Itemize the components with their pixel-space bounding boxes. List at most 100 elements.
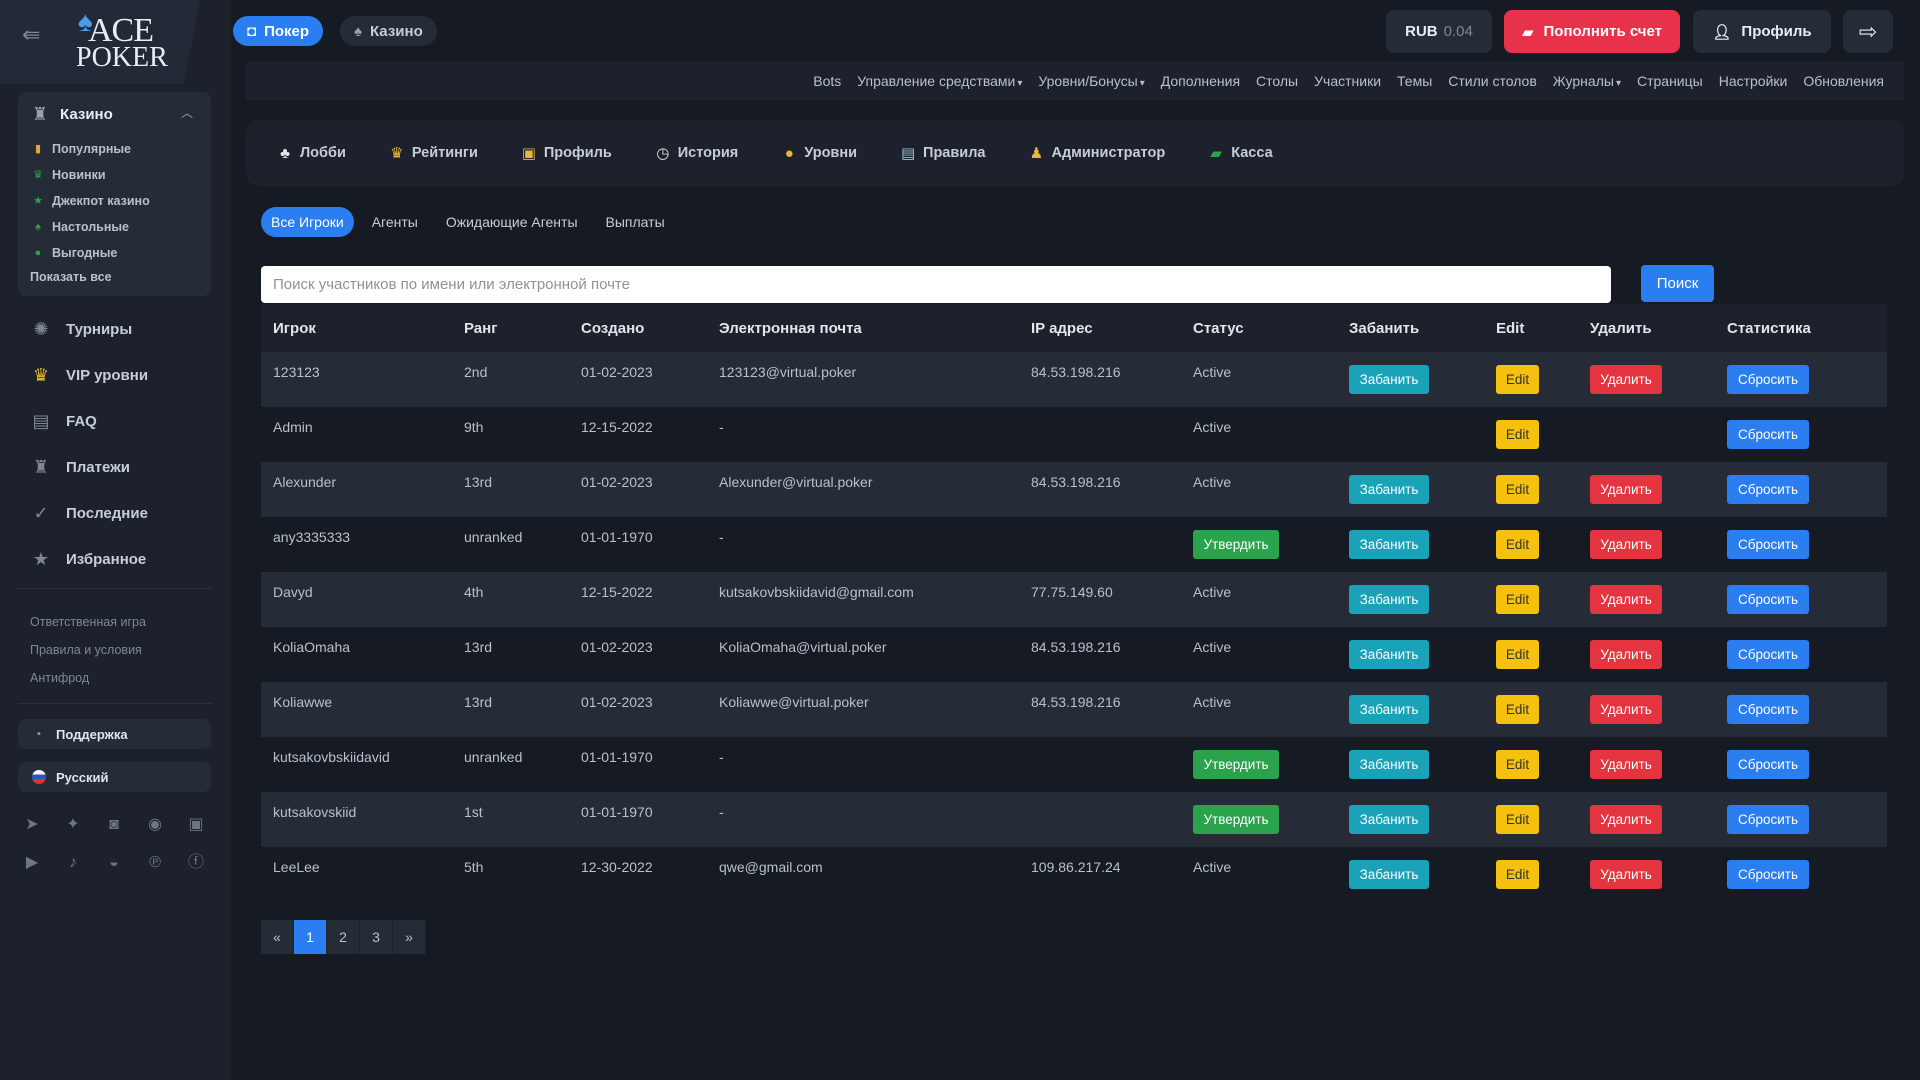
- admin-menu-funds[interactable]: Управление средствами: [857, 73, 1022, 89]
- edit-button[interactable]: Edit: [1496, 805, 1539, 834]
- chevron-up-icon[interactable]: ︿: [181, 104, 193, 121]
- reset-stats-button[interactable]: Сбросить: [1727, 640, 1809, 669]
- player-name[interactable]: Alexunder: [273, 474, 336, 490]
- delete-button[interactable]: Удалить: [1590, 475, 1662, 504]
- ban-button[interactable]: Забанить: [1349, 530, 1429, 559]
- player-name[interactable]: Admin: [273, 419, 313, 435]
- sidebar-item-payments[interactable]: ♜ Платежи: [30, 444, 148, 490]
- delete-button[interactable]: Удалить: [1590, 860, 1662, 889]
- edit-button[interactable]: Edit: [1496, 585, 1539, 614]
- delete-button[interactable]: Удалить: [1590, 585, 1662, 614]
- approve-button[interactable]: Утвердить: [1193, 530, 1279, 559]
- reddit-icon[interactable]: ◉: [143, 813, 167, 837]
- delete-button[interactable]: Удалить: [1590, 805, 1662, 834]
- section-history[interactable]: ◷ История: [654, 144, 738, 162]
- edit-button[interactable]: Edit: [1496, 750, 1539, 779]
- pinterest-icon[interactable]: ℗: [143, 851, 167, 875]
- edit-button[interactable]: Edit: [1496, 475, 1539, 504]
- reset-stats-button[interactable]: Сбросить: [1727, 805, 1809, 834]
- reset-stats-button[interactable]: Сбросить: [1727, 860, 1809, 889]
- admin-menu-members[interactable]: Участники: [1314, 73, 1381, 89]
- ban-button[interactable]: Забанить: [1349, 750, 1429, 779]
- casino-item-table[interactable]: ♠ Настольные: [32, 214, 150, 240]
- section-cashier[interactable]: ▰ Касса: [1207, 144, 1272, 162]
- edit-button[interactable]: Edit: [1496, 860, 1539, 889]
- tab-casino[interactable]: ♠ Казино: [340, 16, 437, 46]
- section-lobby[interactable]: ♣ Лобби: [276, 145, 346, 162]
- collapse-menu-icon[interactable]: ⇚: [22, 24, 46, 46]
- edit-button[interactable]: Edit: [1496, 695, 1539, 724]
- admin-menu-settings[interactable]: Настройки: [1719, 73, 1788, 89]
- reset-stats-button[interactable]: Сбросить: [1727, 475, 1809, 504]
- admin-menu-pages[interactable]: Страницы: [1637, 73, 1703, 89]
- approve-button[interactable]: Утвердить: [1193, 805, 1279, 834]
- discord-icon[interactable]: ◒: [102, 851, 126, 875]
- delete-button[interactable]: Удалить: [1590, 640, 1662, 669]
- delete-button[interactable]: Удалить: [1590, 750, 1662, 779]
- ban-button[interactable]: Забанить: [1349, 640, 1429, 669]
- delete-button[interactable]: Удалить: [1590, 695, 1662, 724]
- tab-agents[interactable]: Агенты: [362, 207, 428, 237]
- tiktok-icon[interactable]: ♪: [61, 851, 85, 875]
- edit-button[interactable]: Edit: [1496, 365, 1539, 394]
- antifraud-link[interactable]: Антифрод: [30, 664, 146, 692]
- ban-button[interactable]: Забанить: [1349, 805, 1429, 834]
- casino-item-popular[interactable]: ▮ Популярные: [32, 136, 150, 162]
- profile-button[interactable]: 👤︎ Профиль: [1693, 10, 1831, 53]
- reset-stats-button[interactable]: Сбросить: [1727, 750, 1809, 779]
- admin-menu-table-styles[interactable]: Стили столов: [1448, 73, 1537, 89]
- ban-button[interactable]: Забанить: [1349, 860, 1429, 889]
- ban-button[interactable]: Забанить: [1349, 365, 1429, 394]
- ban-button[interactable]: Забанить: [1349, 585, 1429, 614]
- pagination-next[interactable]: »: [393, 920, 426, 954]
- show-all-link[interactable]: Показать все: [30, 270, 112, 284]
- instagram-icon[interactable]: ◙: [102, 813, 126, 837]
- player-name[interactable]: any3335333: [273, 529, 350, 545]
- player-name[interactable]: 123123: [273, 364, 320, 380]
- telegram-icon[interactable]: ➤: [20, 813, 44, 837]
- reset-stats-button[interactable]: Сбросить: [1727, 420, 1809, 449]
- casino-item-new[interactable]: ♛ Новинки: [32, 162, 150, 188]
- search-button[interactable]: Поиск: [1641, 265, 1714, 302]
- sidebar-item-tournaments[interactable]: ✺ Турниры: [30, 306, 148, 352]
- admin-menu-addons[interactable]: Дополнения: [1161, 73, 1240, 89]
- player-name[interactable]: KoliaOmaha: [273, 639, 350, 655]
- admin-menu-updates[interactable]: Обновления: [1803, 73, 1884, 89]
- reset-stats-button[interactable]: Сбросить: [1727, 530, 1809, 559]
- language-selector[interactable]: Русский: [18, 762, 211, 792]
- ban-button[interactable]: Забанить: [1349, 475, 1429, 504]
- ban-button[interactable]: Забанить: [1349, 695, 1429, 724]
- delete-button[interactable]: Удалить: [1590, 530, 1662, 559]
- admin-menu-bots[interactable]: Bots: [813, 73, 841, 89]
- player-name[interactable]: Davyd: [273, 584, 313, 600]
- pagination-page-1[interactable]: 1: [294, 920, 327, 954]
- twitter-icon[interactable]: ✦: [61, 813, 85, 837]
- sidebar-item-favorites[interactable]: ★ Избранное: [30, 536, 148, 582]
- tab-pending-agents[interactable]: Ожидающие Агенты: [436, 207, 588, 237]
- section-admin[interactable]: ♟ Администратор: [1027, 144, 1165, 162]
- player-name[interactable]: kutsakovskiid: [273, 804, 356, 820]
- responsible-gaming-link[interactable]: Ответственная игра: [30, 608, 146, 636]
- support-button[interactable]: ▪ Поддержка: [18, 719, 211, 749]
- admin-menu-levels-bonuses[interactable]: Уровни/Бонусы: [1038, 73, 1144, 89]
- forum-icon[interactable]: ▣: [184, 813, 208, 837]
- balance-display[interactable]: RUB 0.04: [1386, 10, 1492, 53]
- tab-poker[interactable]: ◘ Покер: [233, 16, 324, 46]
- player-name[interactable]: Koliawwe: [273, 694, 332, 710]
- sidebar-item-vip[interactable]: ♛ VIP уровни: [30, 352, 148, 398]
- casino-section-toggle[interactable]: ♜ Казино: [30, 102, 113, 126]
- pagination-page-2[interactable]: 2: [327, 920, 360, 954]
- pagination-page-3[interactable]: 3: [360, 920, 393, 954]
- youtube-icon[interactable]: ▶: [20, 851, 44, 875]
- edit-button[interactable]: Edit: [1496, 640, 1539, 669]
- section-levels[interactable]: ● Уровни: [780, 145, 857, 162]
- logout-button[interactable]: ⇨: [1843, 10, 1893, 53]
- facebook-icon[interactable]: ⓕ: [184, 851, 208, 875]
- tab-payouts[interactable]: Выплаты: [596, 207, 675, 237]
- ace-poker-logo[interactable]: ♠ ACE POKER: [76, 6, 168, 73]
- casino-item-profitable[interactable]: ● Выгодные: [32, 240, 150, 266]
- tab-all-players[interactable]: Все Игроки: [261, 207, 354, 237]
- approve-button[interactable]: Утвердить: [1193, 750, 1279, 779]
- casino-item-jackpot[interactable]: ★ Джекпот казино: [32, 188, 150, 214]
- sidebar-item-faq[interactable]: ▤ FAQ: [30, 398, 148, 444]
